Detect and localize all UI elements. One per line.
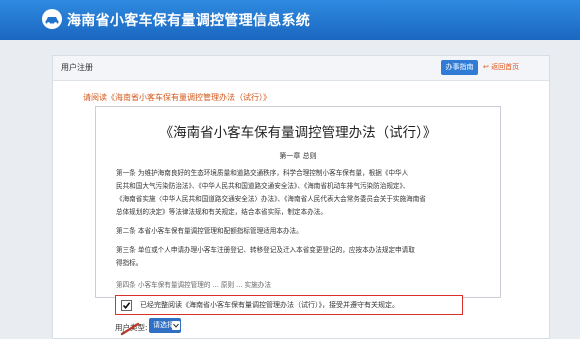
- agreement-text: 已经完整阅读《海南省小客车保有量调控管理办法（试行）》，接受并遵守有关规定。: [140, 301, 399, 309]
- document-line: 《海南省实施〈中华人民共和国道路交通安全法〉办法》、《海南省人民代表大会常务委员…: [116, 195, 426, 203]
- top-header: 海南省小客车保有量调控管理信息系统: [0, 0, 580, 40]
- chapter-heading: 第一章 总则: [279, 152, 317, 160]
- document-line: 第二条 本省小客车保有量调控管理和配额指标管理适用本办法。: [116, 227, 303, 235]
- document-line: 第三条 单位或个人申请办理小客车注册登记、转移登记及迁入本省变更登记的，应按本办…: [116, 246, 415, 254]
- document-line: 总体规划的决定》等法律法规和有关规定，结合本省实际，制定本办法。: [116, 208, 327, 216]
- agree-checkbox[interactable]: [121, 300, 132, 311]
- user-type-value: 请选择: [153, 321, 174, 329]
- panel-header: 用户注册 办事指南 ↩ 返回首页: [53, 56, 549, 81]
- system-title: 海南省小客车保有量调控管理信息系统: [67, 13, 311, 29]
- document-line: 得指标。: [116, 259, 143, 267]
- agreement-row: 已经完整阅读《海南省小客车保有量调控管理办法（试行）》，接受并遵守有关规定。: [115, 295, 463, 315]
- read-notice: 请阅读《海南省小客车保有量调控管理办法（试行）》: [83, 93, 271, 102]
- chevron-down-icon: [172, 321, 180, 330]
- back-home-link[interactable]: ↩ 返回首页: [483, 62, 519, 72]
- car-logo-icon: [42, 9, 62, 29]
- registration-panel: 用户注册 办事指南 ↩ 返回首页 请阅读《海南省小客车保有量调控管理办法（试行）…: [52, 55, 550, 339]
- document-line: 第四条 小客车保有量调控管理的 ... 原则 ... 实施办法: [116, 281, 271, 289]
- document-line: 民共和国大气污染防治法》、《中华人民共和国道路交通安全法》、《海南省机动车排气污…: [116, 182, 410, 190]
- user-type-select[interactable]: 请选择: [149, 318, 181, 333]
- regulation-document[interactable]: 《海南省小客车保有量调控管理办法（试行）》 第一章 总则 第一条 为维护海南良好…: [95, 106, 501, 298]
- guide-button[interactable]: 办事指南: [441, 60, 478, 75]
- document-title: 《海南省小客车保有量调控管理办法（试行）》: [159, 125, 437, 141]
- cursor-pen-icon: [120, 322, 140, 336]
- document-line: 第一条 为维护海南良好的生态环境质量和道路交通秩序，科学合理控制小客车保有量，根…: [116, 169, 409, 177]
- panel-title: 用户注册: [61, 63, 93, 72]
- checkmark-icon: [122, 302, 131, 310]
